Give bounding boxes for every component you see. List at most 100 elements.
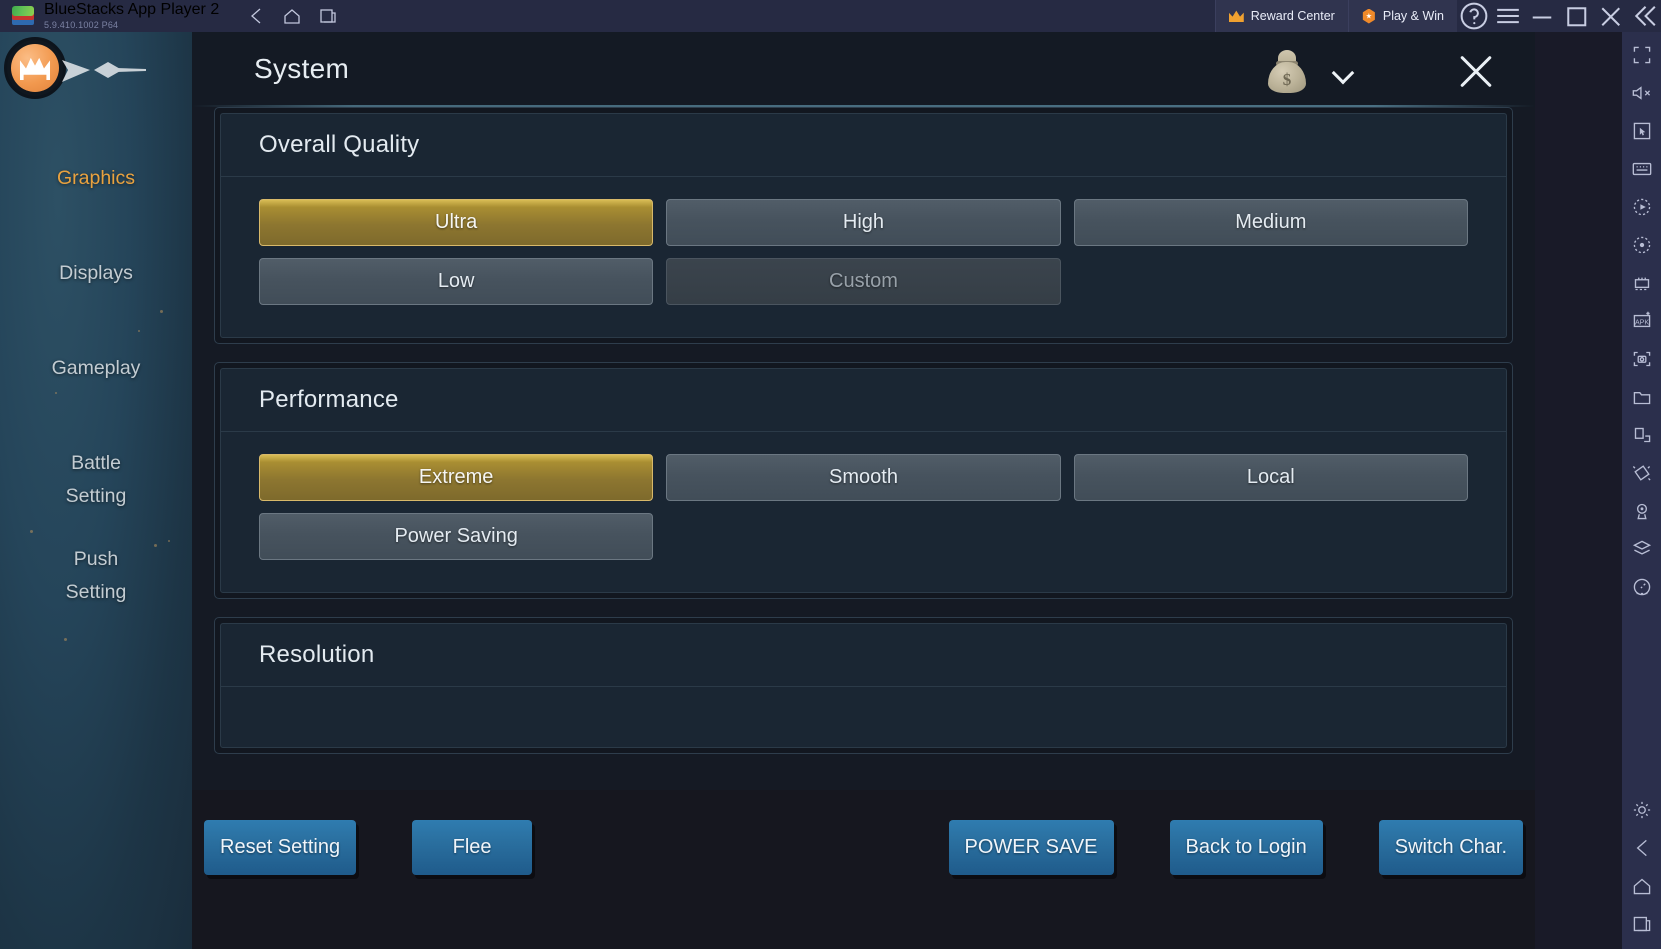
- reset-setting-button[interactable]: Reset Setting: [204, 820, 357, 875]
- maximize-icon[interactable]: [1559, 0, 1593, 32]
- button-label: Back to Login: [1185, 836, 1307, 858]
- play-and-win-label: Play & Win: [1382, 9, 1444, 23]
- button-label: POWER SAVE: [964, 836, 1098, 858]
- home-icon[interactable]: [1629, 873, 1655, 899]
- option-row: Ultra High Medium: [259, 199, 1468, 246]
- option-smooth[interactable]: Smooth: [666, 454, 1061, 501]
- play-and-win-button[interactable]: Play & Win: [1347, 0, 1457, 32]
- recents-icon[interactable]: [1629, 911, 1655, 937]
- settings-icon[interactable]: [1629, 797, 1655, 823]
- money-bag-icon: $: [1265, 48, 1309, 94]
- svg-text:APK: APK: [1634, 319, 1648, 326]
- option-label: Low: [437, 270, 475, 292]
- close-icon[interactable]: [1455, 50, 1497, 92]
- settings-panel: System $ Overall Quality Ultra High Medi…: [192, 32, 1535, 949]
- bluestacks-nav-icons: [245, 5, 339, 27]
- bluestacks-window-actions: Reward Center Play & Win: [1214, 0, 1661, 32]
- button-label: Switch Char.: [1394, 836, 1507, 858]
- recents-icon[interactable]: [317, 5, 339, 27]
- section-title: Performance: [221, 369, 1506, 432]
- option-power-saving[interactable]: Power Saving: [259, 513, 654, 560]
- option-high[interactable]: High: [666, 199, 1061, 246]
- bluestacks-titlebar: BlueStacks App Player 2 5.9.410.1002 P64…: [0, 0, 1661, 32]
- option-low[interactable]: Low: [259, 258, 654, 305]
- sidebar-item-displays[interactable]: Displays: [0, 257, 192, 290]
- settings-footer: Reset Setting Flee POWER SAVE Back to Lo…: [192, 790, 1535, 949]
- menu-icon[interactable]: [1491, 0, 1525, 32]
- game-viewport: Graphics Displays Gameplay Battle Settin…: [0, 32, 1535, 949]
- sidebar-item-label: Gameplay: [51, 357, 141, 379]
- settings-scroll-area[interactable]: Overall Quality Ultra High Medium Low Cu…: [192, 107, 1535, 790]
- crown-icon: [20, 56, 50, 80]
- reward-center-label: Reward Center: [1250, 9, 1335, 23]
- location-icon[interactable]: [1629, 498, 1655, 524]
- sidebar-item-battle-setting[interactable]: Battle Setting: [0, 447, 192, 513]
- fullscreen-icon[interactable]: [1629, 42, 1655, 68]
- sidebar-item-label-line2: Setting: [65, 485, 127, 507]
- sidebar-item-graphics[interactable]: Graphics: [0, 162, 192, 195]
- application-window: BlueStacks App Player 2 5.9.410.1002 P64…: [0, 0, 1661, 949]
- close-icon[interactable]: [1593, 0, 1627, 32]
- option-extreme[interactable]: Extreme: [259, 454, 654, 501]
- option-row: Extreme Smooth Local: [259, 454, 1468, 501]
- option-local[interactable]: Local: [1073, 454, 1468, 501]
- option-label: Extreme: [418, 466, 494, 488]
- option-row: Low Custom: [259, 258, 1468, 305]
- keyboard-icon[interactable]: [1629, 156, 1655, 182]
- sidebar-item-gameplay[interactable]: Gameplay: [0, 352, 192, 385]
- power-save-button[interactable]: POWER SAVE: [948, 820, 1114, 875]
- section-body: Extreme Smooth Local Power Saving: [221, 432, 1506, 592]
- section-body: [221, 687, 1506, 747]
- back-icon[interactable]: [1629, 835, 1655, 861]
- option-label: Power Saving: [394, 525, 518, 547]
- layers-icon[interactable]: [1629, 536, 1655, 562]
- bluestacks-title: BlueStacks App Player 2: [44, 0, 220, 18]
- option-custom: Custom: [666, 258, 1061, 305]
- sidebar-item-push-setting[interactable]: Push Setting: [0, 543, 192, 609]
- install-apk-icon[interactable]: APK: [1629, 308, 1655, 334]
- sidebar-item-label-line1: Push: [73, 548, 119, 570]
- option-label: Ultra: [435, 211, 478, 233]
- sidebar-item-label: Displays: [59, 262, 133, 284]
- section-title: Overall Quality: [221, 114, 1506, 177]
- section-performance: Performance Extreme Smooth Local Power S…: [214, 362, 1513, 599]
- crown-icon: [1229, 10, 1244, 22]
- back-icon[interactable]: [245, 5, 267, 27]
- option-label: High: [842, 211, 885, 233]
- pointer-icon[interactable]: [1629, 118, 1655, 144]
- back-to-login-button[interactable]: Back to Login: [1169, 820, 1323, 875]
- bluestacks-version: 5.9.410.1002 P64: [44, 19, 119, 30]
- option-label: Local: [1246, 466, 1295, 488]
- section-resolution: Resolution: [214, 617, 1513, 754]
- switch-char-button[interactable]: Switch Char.: [1378, 820, 1523, 875]
- flee-button[interactable]: Flee: [412, 820, 533, 875]
- macro-play-icon[interactable]: [1629, 194, 1655, 220]
- bluestacks-logo-icon: [12, 5, 34, 27]
- option-label: Medium: [1235, 211, 1307, 233]
- help-icon[interactable]: [1457, 0, 1491, 32]
- record-icon[interactable]: [1629, 232, 1655, 258]
- shake-icon[interactable]: [1629, 460, 1655, 486]
- collapse-sidebar-icon[interactable]: [1627, 0, 1661, 32]
- multi-instance-manager-icon[interactable]: [1629, 270, 1655, 296]
- game-sidebar-items: Graphics Displays Gameplay Battle Settin…: [0, 162, 192, 639]
- section-overall-quality: Overall Quality Ultra High Medium Low Cu…: [214, 107, 1513, 344]
- media-folder-icon[interactable]: [1629, 384, 1655, 410]
- badge-star-icon: [1362, 8, 1375, 24]
- rotate-layout-icon[interactable]: [1629, 422, 1655, 448]
- option-row: Power Saving: [259, 513, 1468, 560]
- minimize-icon[interactable]: [1525, 0, 1559, 32]
- option-medium[interactable]: Medium: [1073, 199, 1468, 246]
- option-label: Custom: [829, 270, 898, 292]
- gamepad-icon[interactable]: [1629, 574, 1655, 600]
- option-ultra[interactable]: Ultra: [259, 199, 654, 246]
- footer-button-bar: Reset Setting Flee POWER SAVE Back to Lo…: [192, 820, 1535, 875]
- button-label: Reset Setting: [220, 836, 341, 858]
- reward-center-button[interactable]: Reward Center: [1214, 0, 1348, 32]
- currency-dropdown[interactable]: $: [1265, 48, 1355, 94]
- screenshot-icon[interactable]: [1629, 346, 1655, 372]
- settings-header: System $: [192, 32, 1535, 107]
- mute-icon[interactable]: [1629, 80, 1655, 106]
- home-icon[interactable]: [281, 5, 303, 27]
- logo-wing-icon: [60, 56, 148, 86]
